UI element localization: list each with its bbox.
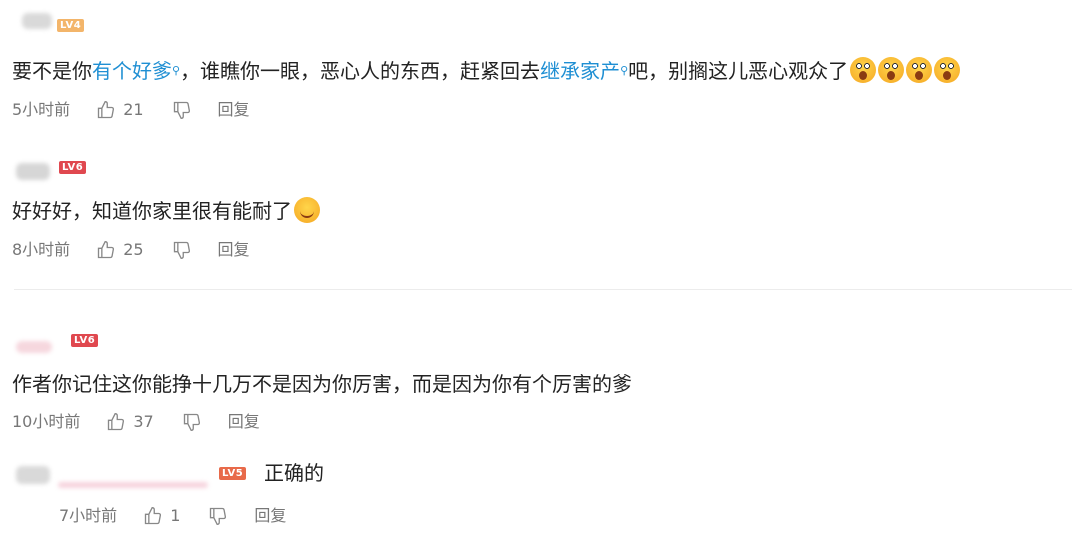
timestamp: 8小时前 [12,240,71,259]
scream-face-emoji [934,57,961,83]
scream-face-emoji [878,57,905,83]
like-button[interactable]: 25 [96,240,144,260]
username-blurred-underline [58,482,208,488]
scream-face-emoji [850,57,877,83]
comment-text-content: 正确的 [264,461,324,485]
like-button[interactable]: 1 [143,506,180,526]
comment-text-segment: 吧，别搁这儿恶心观众了 [628,59,849,83]
like-button[interactable]: 37 [106,412,154,432]
dislike-button[interactable] [172,240,192,260]
keyword-link[interactable]: 有个好爹⚲ [92,59,180,83]
thumbs-up-icon [108,412,125,431]
dislike-button[interactable] [172,100,192,120]
reply-button[interactable]: 回复 [254,506,286,526]
dislike-button[interactable] [182,412,202,432]
keyword-link[interactable]: 继承家产⚲ [540,59,628,83]
comment-text-content: 好好好，知道你家里很有能耐了 [12,199,292,223]
timestamp: 7小时前 [59,506,118,525]
comment-text: 作者你记住这你能挣十几万不是因为你厉害，而是因为你有个厉害的爹 [12,370,632,398]
like-count: 25 [123,240,144,259]
like-count: 21 [123,100,144,119]
thumbs-up-icon [145,506,162,525]
thumbs-down-icon [173,241,190,260]
username-blurred[interactable] [16,466,50,484]
username-blurred[interactable] [16,341,52,353]
smile-emoji [294,197,320,223]
comment-text: 正确的 [264,459,324,487]
level-badge: LV6 [71,334,99,347]
search-icon: ⚲ [172,64,181,77]
thumbs-down-icon [183,413,200,432]
comment-meta: 10小时前 37 回复 [12,412,260,432]
reply-button[interactable]: 回复 [218,100,250,120]
comment-text-content: 作者你记住这你能挣十几万不是因为你厉害，而是因为你有个厉害的爹 [12,372,632,396]
like-count: 37 [133,412,154,431]
like-count: 1 [170,506,181,525]
timestamp: 5小时前 [12,100,71,119]
search-icon: ⚲ [620,64,629,77]
username-blurred[interactable] [16,163,50,180]
level-badge: LV5 [219,467,247,480]
thumbs-up-icon [98,240,115,259]
reply-button[interactable]: 回复 [228,412,260,432]
comment-meta: 8小时前 25 回复 [12,240,250,260]
comment-meta: 5小时前 21 回复 [12,100,250,120]
username-blurred[interactable] [22,13,52,29]
scream-face-emoji [906,57,933,83]
comment-text: 要不是你有个好爹⚲，谁瞧你一眼，恶心人的东西，赶紧回去继承家产⚲吧，别搁这儿恶心… [12,57,961,85]
comment-meta: 7小时前 1 回复 [59,506,286,526]
timestamp: 10小时前 [12,412,81,431]
divider [14,289,1072,290]
thumbs-up-icon [98,100,115,119]
thumbs-down-icon [210,507,227,526]
comment-text-segment: ，谁瞧你一眼，恶心人的东西，赶紧回去 [180,59,541,83]
level-badge: LV6 [59,161,87,174]
keyword-link-label: 继承家产 [540,59,621,83]
comment-text-segment: 要不是你 [12,59,92,83]
dislike-button[interactable] [208,506,228,526]
reply-button[interactable]: 回复 [218,240,250,260]
like-button[interactable]: 21 [96,100,144,120]
keyword-link-label: 有个好爹 [92,59,172,83]
comment-text: 好好好，知道你家里很有能耐了 [12,197,320,225]
thumbs-down-icon [173,101,190,120]
level-badge: LV4 [57,19,85,32]
